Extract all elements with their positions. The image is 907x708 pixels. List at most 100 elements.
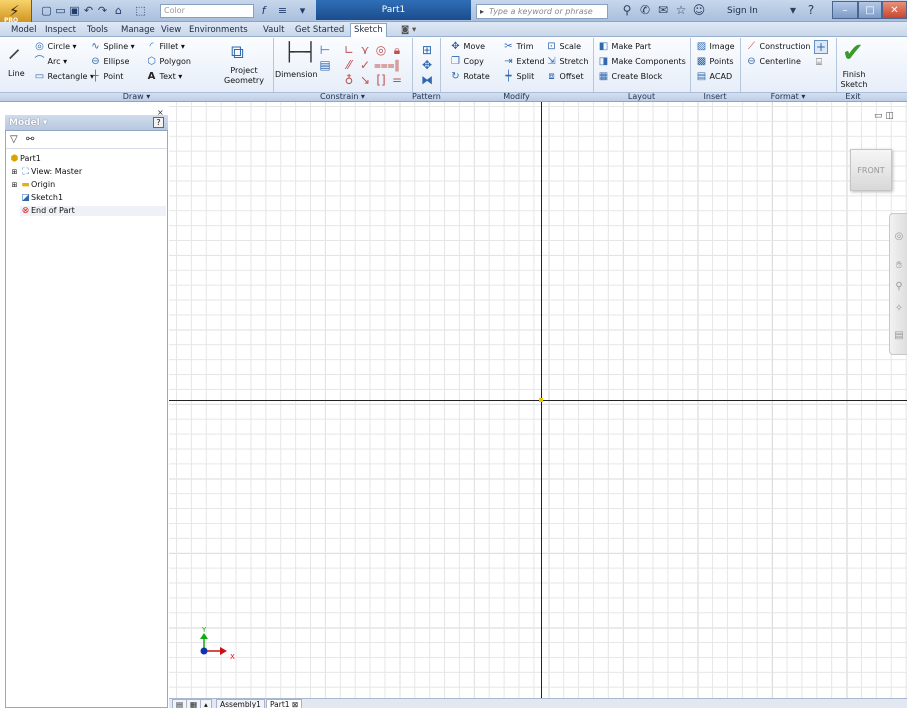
- maximize-button[interactable]: □: [858, 1, 882, 19]
- color-combo[interactable]: Color: [160, 4, 254, 18]
- rectangle-button[interactable]: ▭ Rectangle ▾: [34, 71, 94, 82]
- panel-label-constrain[interactable]: Constrain ▾: [273, 92, 412, 102]
- finish-sketch-button[interactable]: Finish Sketch: [838, 70, 870, 90]
- show-constraints-icon[interactable]: ▤: [318, 58, 332, 72]
- create-block-button[interactable]: ▦ Create Block: [598, 71, 663, 82]
- rotate-button[interactable]: ↻ Rotate: [450, 71, 489, 82]
- tab-environments[interactable]: Environments: [186, 24, 251, 37]
- redo-icon[interactable]: ↷: [96, 4, 109, 17]
- viewcube[interactable]: FRONT: [850, 149, 892, 191]
- browser-title-dropdown[interactable]: Model ▾: [9, 116, 47, 130]
- centerline-button[interactable]: ⊖ Centerline: [746, 56, 801, 67]
- tree-item-part1[interactable]: ⬢ Part1: [9, 154, 41, 164]
- expand-icon[interactable]: ⊞: [9, 180, 20, 190]
- close-button[interactable]: ✕: [882, 1, 907, 19]
- dimension-button[interactable]: Dimension: [275, 69, 318, 80]
- finish-sketch-checkmark-icon[interactable]: ✔: [842, 39, 864, 67]
- panel-label-draw[interactable]: Draw ▾: [0, 92, 273, 102]
- dimension-icon[interactable]: ├─┤: [284, 42, 317, 63]
- cascade-windows-icon[interactable]: ▦: [186, 699, 202, 708]
- tab-close-icon[interactable]: ⊠: [292, 700, 298, 708]
- move-button[interactable]: ✥ Move: [450, 41, 485, 52]
- steering-wheel-icon[interactable]: ◎: [892, 231, 906, 242]
- select-icon[interactable]: ⬚: [134, 4, 147, 17]
- horizontal-icon[interactable]: =: [390, 73, 404, 87]
- arc-button[interactable]: ⌒ Arc ▾: [34, 56, 68, 67]
- undo-icon[interactable]: ↶: [82, 4, 95, 17]
- tree-item-view-master[interactable]: ⊞ ⛶ View: Master: [9, 167, 83, 177]
- ellipse-button[interactable]: ⊖ Ellipse: [90, 56, 129, 67]
- stretch-button[interactable]: ⇲ Stretch: [546, 56, 588, 67]
- zoom-icon[interactable]: ⚲: [892, 281, 906, 292]
- scale-button[interactable]: ⊡ Scale: [546, 41, 581, 52]
- binoculars-icon[interactable]: ⚲: [620, 3, 634, 17]
- look-at-icon[interactable]: ▤: [892, 330, 906, 341]
- make-part-button[interactable]: ◧ Make Part: [598, 41, 651, 52]
- tab-list-icon[interactable]: ▴: [200, 699, 212, 708]
- viewport-window-controls[interactable]: ▭ ◫: [874, 111, 894, 121]
- find-binoculars-icon[interactable]: ⚯: [26, 134, 34, 145]
- points-button[interactable]: ▩ Points: [696, 56, 734, 67]
- make-components-button[interactable]: ◨ Make Components: [598, 56, 686, 67]
- offset-button[interactable]: ⧈ Offset: [546, 71, 583, 82]
- text-button[interactable]: A Text ▾: [146, 71, 183, 82]
- tab-inspect[interactable]: Inspect: [42, 24, 79, 37]
- sign-in-link[interactable]: Sign In: [727, 4, 758, 18]
- spline-button[interactable]: ∿ Spline ▾: [90, 41, 134, 52]
- auto-dimension-icon[interactable]: ⊢: [318, 43, 332, 57]
- tree-item-sketch1[interactable]: ◪Sketch1: [20, 193, 63, 203]
- tile-windows-icon[interactable]: ▤: [172, 699, 188, 708]
- equal-icon[interactable]: ⩶: [374, 58, 395, 72]
- point-button[interactable]: ┼ Point: [90, 71, 123, 82]
- customize-icon[interactable]: ▾: [296, 4, 309, 17]
- dropdown-icon[interactable]: ▾: [786, 3, 800, 17]
- parallel-icon[interactable]: ⋎: [358, 43, 372, 57]
- filter-icon[interactable]: ▽: [10, 134, 18, 145]
- help-icon[interactable]: ?: [804, 3, 818, 17]
- image-button[interactable]: ▨ Image: [696, 41, 735, 52]
- center-point-icon[interactable]: +: [814, 40, 828, 54]
- polygon-button[interactable]: ⬡ Polygon: [146, 56, 191, 67]
- measure-icon[interactable]: ≡: [276, 4, 289, 17]
- copy-button[interactable]: ❐ Copy: [450, 56, 484, 67]
- tab-sketch[interactable]: Sketch: [350, 23, 387, 38]
- tab-overflow-icon[interactable]: ◙ ▾: [398, 24, 419, 37]
- open-icon[interactable]: ▭: [54, 4, 67, 17]
- doc-tab-part1[interactable]: Part1 ⊠: [266, 699, 303, 708]
- favorites-star-icon[interactable]: ☆: [674, 3, 688, 17]
- rectangular-pattern-icon[interactable]: ⊞: [420, 43, 434, 57]
- save-icon[interactable]: ▣: [68, 4, 81, 17]
- user-icon[interactable]: ☺: [692, 3, 706, 17]
- communication-icon[interactable]: ✉: [656, 3, 670, 17]
- smooth-icon[interactable]: ↘: [358, 73, 372, 87]
- perpendicular-icon[interactable]: ∟: [342, 43, 356, 57]
- pan-hand-icon[interactable]: ✋︎: [892, 260, 906, 271]
- mirror-icon[interactable]: ⧓: [420, 73, 434, 87]
- browser-help-icon[interactable]: ?: [153, 117, 164, 128]
- tab-model[interactable]: Model: [8, 24, 40, 37]
- circle-button[interactable]: ◎ Circle ▾: [34, 41, 76, 52]
- line-button[interactable]: Line: [8, 68, 25, 79]
- new-icon[interactable]: ▢: [40, 4, 53, 17]
- tab-vault[interactable]: Vault: [260, 24, 287, 37]
- trim-button[interactable]: ✂ Trim: [503, 41, 533, 52]
- tab-manage[interactable]: Manage: [118, 24, 158, 37]
- acad-button[interactable]: ▤ ACAD: [696, 71, 732, 82]
- concentric-icon[interactable]: ◎: [374, 43, 388, 57]
- return-icon[interactable]: ⌂: [112, 4, 125, 17]
- vertical-icon[interactable]: ∥: [390, 58, 404, 72]
- project-geometry-icon[interactable]: ⧉: [231, 42, 244, 63]
- search-input[interactable]: ▸ Type a keyword or phrase: [476, 4, 608, 19]
- orbit-icon[interactable]: ✧: [892, 303, 906, 314]
- tree-item-origin[interactable]: ⊞ ▬Origin: [9, 180, 56, 190]
- minimize-button[interactable]: –: [832, 1, 858, 19]
- circular-pattern-icon[interactable]: ✥: [420, 58, 434, 72]
- split-button[interactable]: ┿ Split: [503, 71, 534, 82]
- construction-button[interactable]: ⟋ Construction: [746, 41, 810, 52]
- tab-tools[interactable]: Tools: [84, 24, 111, 37]
- symmetric-icon[interactable]: []: [374, 73, 388, 87]
- panel-label-format[interactable]: Format ▾: [740, 92, 836, 102]
- subscription-icon[interactable]: ✆: [638, 3, 652, 17]
- project-geometry-button[interactable]: Project Geometry: [222, 66, 266, 86]
- collinear-icon[interactable]: ⁄⁄: [342, 58, 356, 72]
